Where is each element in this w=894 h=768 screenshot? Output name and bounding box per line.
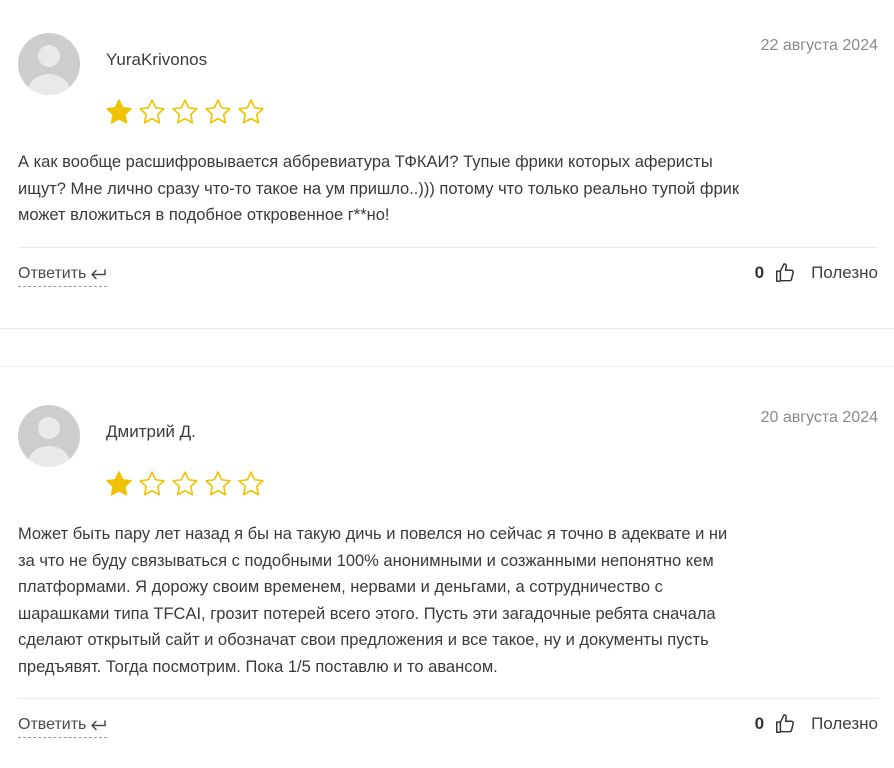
reply-label: Ответить <box>18 265 87 282</box>
star-empty-icon <box>139 471 165 496</box>
review-text-line: сделают открытый сайт и обозначат свои п… <box>18 631 709 649</box>
review-divider <box>18 698 878 699</box>
section-separator <box>0 366 894 367</box>
review-date: 20 августа 2024 <box>760 409 878 426</box>
review-text-line: платформами. Я дорожу своим временем, не… <box>18 578 663 596</box>
star-empty-icon <box>172 99 198 124</box>
star-rating <box>104 97 266 127</box>
user-avatar-icon <box>18 33 80 95</box>
review-date: 22 августа 2024 <box>760 37 878 54</box>
review-divider <box>18 247 878 248</box>
reply-label: Ответить <box>18 716 87 733</box>
reply-arrow-icon <box>91 269 107 280</box>
section-separator <box>0 328 894 329</box>
reply-button[interactable]: Ответить <box>18 716 108 738</box>
star-empty-icon <box>205 99 231 124</box>
thumbs-up-icon[interactable] <box>774 713 796 735</box>
review-author: Дмитрий Д. <box>106 422 196 441</box>
review-text-line: предъявят. Тогда посмотрим. Пока 1/5 пос… <box>18 657 498 676</box>
star-empty-icon <box>238 99 264 124</box>
review-text-line: ищут? Мне лично сразу что-то такое на ум… <box>18 179 740 198</box>
review-text: А как вообще расшифровывается аббревиату… <box>18 149 878 229</box>
star-filled-icon <box>106 99 132 124</box>
helpful-block: 0 Полезно <box>755 713 878 735</box>
review-text: Может быть пару лет назад я бы на такую … <box>18 521 878 680</box>
star-filled-icon <box>106 471 132 496</box>
review-author: YuraKrivonos <box>106 50 208 69</box>
star-empty-icon <box>172 471 198 496</box>
star-empty-icon <box>238 471 264 496</box>
user-avatar-icon <box>18 405 80 467</box>
review-text-line: может вложиться в подобное откровенное г… <box>18 206 390 224</box>
review-text-line: шарашками типа TFCAI, грозит потерей все… <box>18 604 716 623</box>
helpful-button[interactable]: Полезно <box>811 714 878 734</box>
helpful-count: 0 <box>754 714 765 733</box>
star-empty-icon <box>139 99 165 124</box>
helpful-button[interactable]: Полезно <box>811 263 878 283</box>
reply-button[interactable]: Ответить <box>18 265 108 287</box>
star-empty-icon <box>205 471 231 496</box>
star-rating <box>104 469 266 499</box>
reply-arrow-icon <box>91 720 107 731</box>
review-text-line: А как вообще расшифровывается аббревиату… <box>18 153 713 171</box>
review-text-line: Может быть пару лет назад я бы на такую … <box>18 525 728 543</box>
helpful-count: 0 <box>754 263 765 282</box>
thumbs-up-icon[interactable] <box>774 262 796 284</box>
helpful-block: 0 Полезно <box>755 262 878 284</box>
review-text-line: за что не буду связываться с подобными 1… <box>18 551 714 570</box>
